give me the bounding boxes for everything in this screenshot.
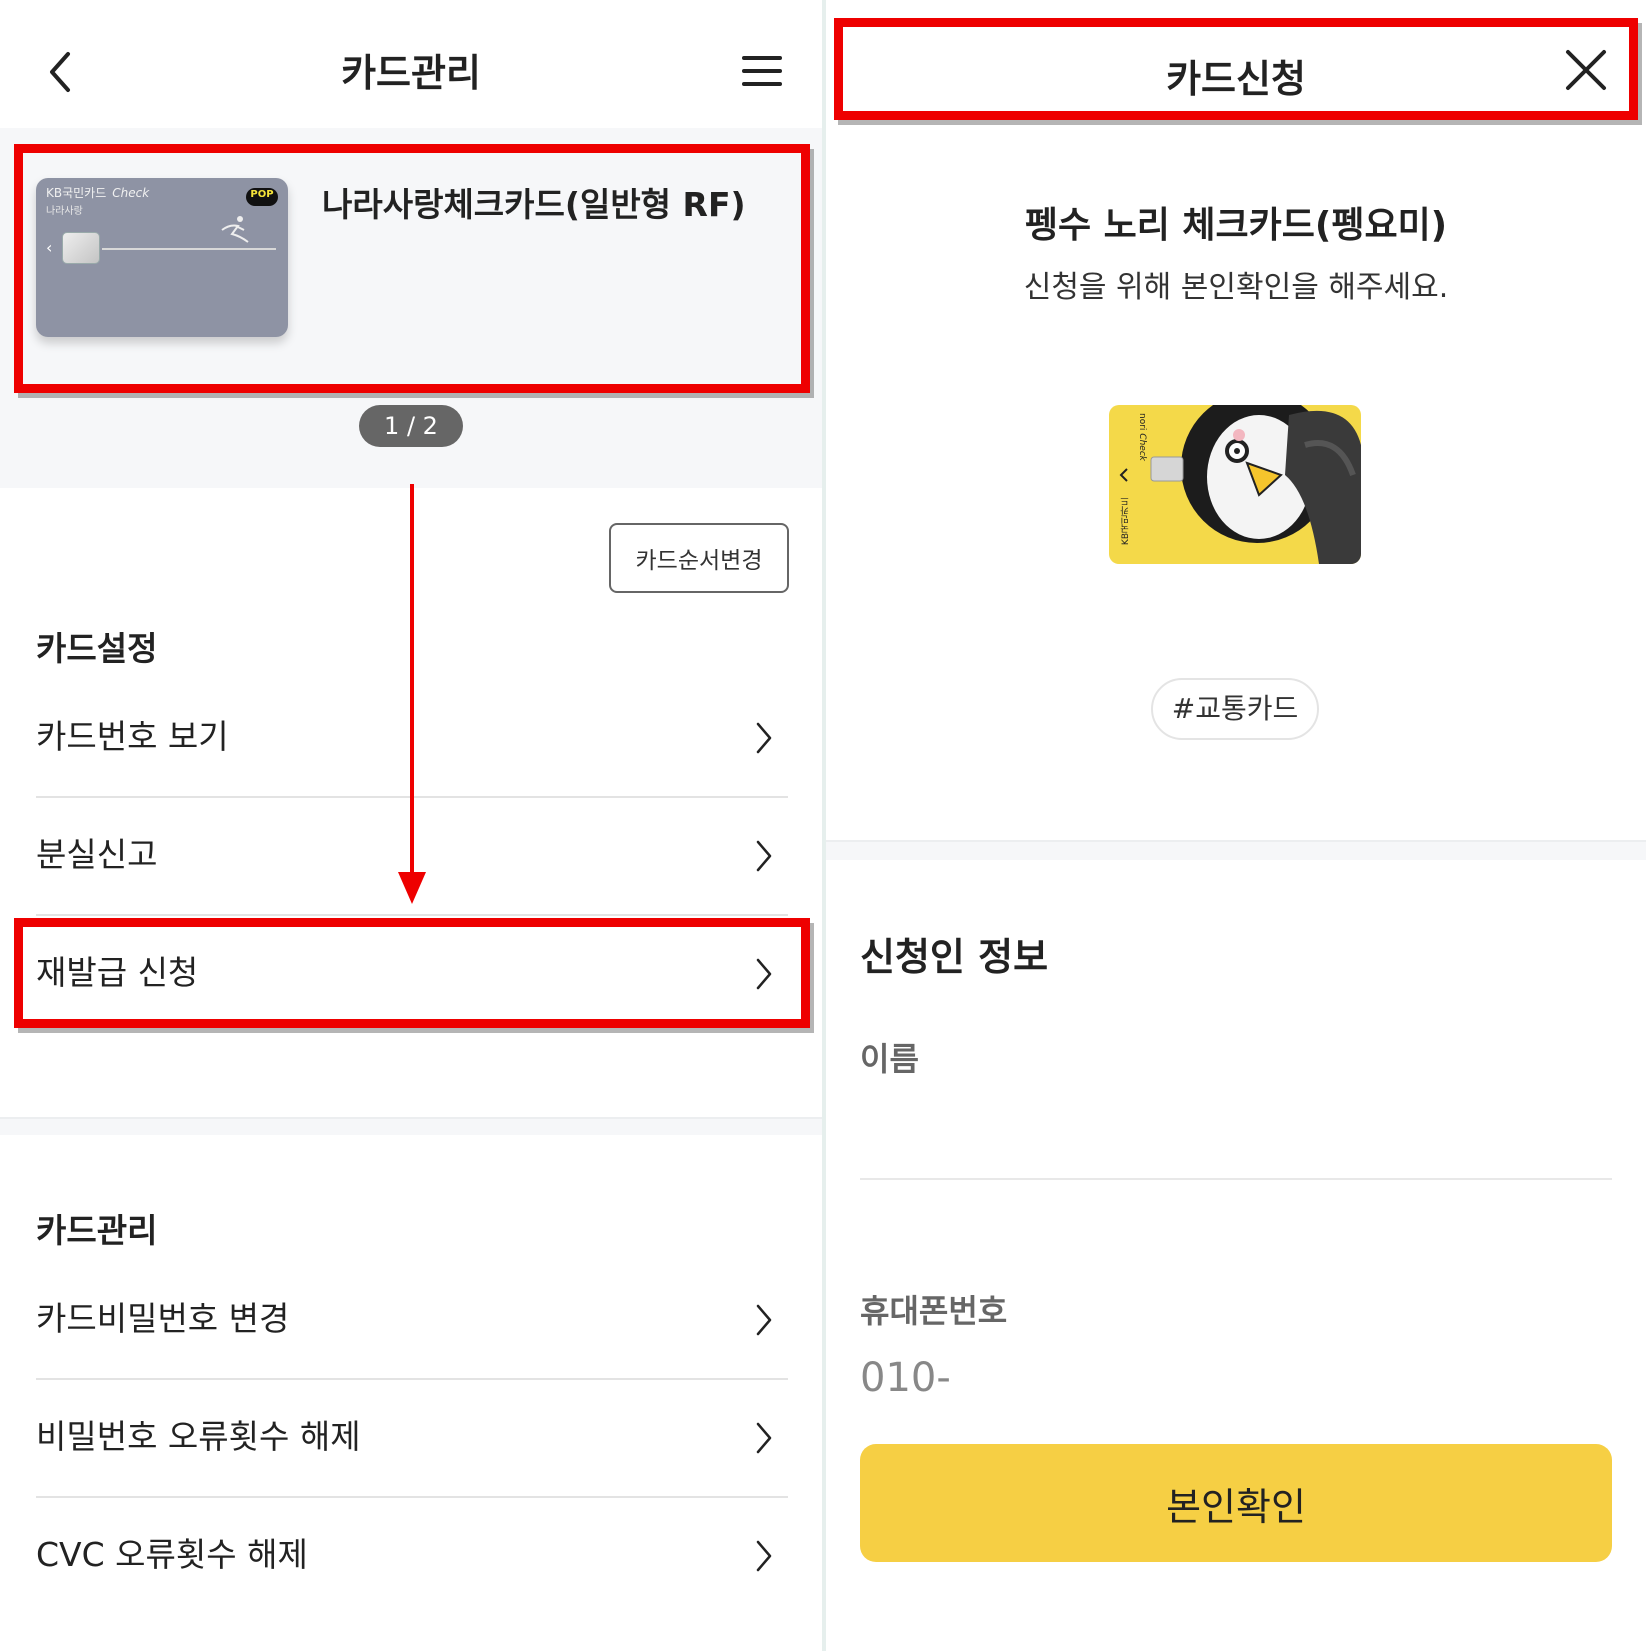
list-item-label: 카드비밀번호 변경 (36, 1299, 290, 1338)
section-divider (826, 840, 1646, 860)
name-field[interactable] (860, 1178, 1612, 1180)
hamburger-menu-icon[interactable] (742, 54, 782, 88)
identity-verify-button[interactable]: 본인확인 (860, 1444, 1612, 1562)
section-title-applicant-info: 신청인 정보 (860, 935, 1049, 979)
name-label: 이름 (860, 1040, 919, 1078)
section-divider (0, 1117, 822, 1135)
red-down-arrow-icon (398, 484, 426, 904)
card-brand: KB국민카드 (1121, 497, 1131, 546)
list-item-label: 비밀번호 오류횟수 해제 (36, 1417, 361, 1456)
phone-field[interactable]: 010- (860, 1355, 951, 1401)
card-management-screen: 카드관리 KB국민카드 Check 나라사랑 POP ‹ 나라사랑체크카드(일반형… (0, 0, 822, 1651)
chevron-right-icon (756, 1540, 772, 1572)
instruction-text: 신청을 위해 본인확인을 해주세요. (1023, 270, 1449, 305)
chevron-right-icon (756, 1422, 772, 1454)
carousel-pager: 1 / 2 (359, 405, 463, 447)
chevron-right-icon (756, 1304, 772, 1336)
tag-transport-card: #교통카드 (1151, 678, 1319, 740)
card-text-nori: nori Check (1137, 413, 1147, 461)
change-card-order-button[interactable]: 카드순서변경 (609, 523, 789, 593)
highlight-card-box (14, 144, 810, 393)
section-title-card-settings: 카드설정 (36, 629, 158, 668)
card-name: 펭수 노리 체크카드(펭요미) (1024, 205, 1448, 246)
card-image: nori Check KB국민카드 (1109, 405, 1361, 564)
list-item-reset-password-errors[interactable]: 비밀번호 오류횟수 해제 (36, 1380, 788, 1498)
card-application-screen: 카드신청 펭수 노리 체크카드(펭요미) 신청을 위해 본인확인을 해주세요. … (826, 0, 1646, 1651)
list-item-label: 분실신고 (36, 835, 158, 874)
header: 카드관리 (0, 0, 822, 128)
chevron-right-icon (756, 840, 772, 872)
phone-label: 휴대폰번호 (860, 1292, 1008, 1330)
list-item-label: 카드번호 보기 (36, 717, 229, 756)
section-title-card-management: 카드관리 (36, 1211, 158, 1250)
highlight-reissue-box (14, 918, 810, 1028)
page-title: 카드관리 (341, 51, 481, 95)
chevron-right-icon (756, 722, 772, 754)
highlight-header-box (834, 18, 1638, 120)
list-item-reset-cvc-errors[interactable]: CVC 오류횟수 해제 (36, 1498, 788, 1616)
list-item-change-card-password[interactable]: 카드비밀번호 변경 (36, 1262, 788, 1380)
list-item-label: CVC 오류횟수 해제 (36, 1535, 308, 1574)
